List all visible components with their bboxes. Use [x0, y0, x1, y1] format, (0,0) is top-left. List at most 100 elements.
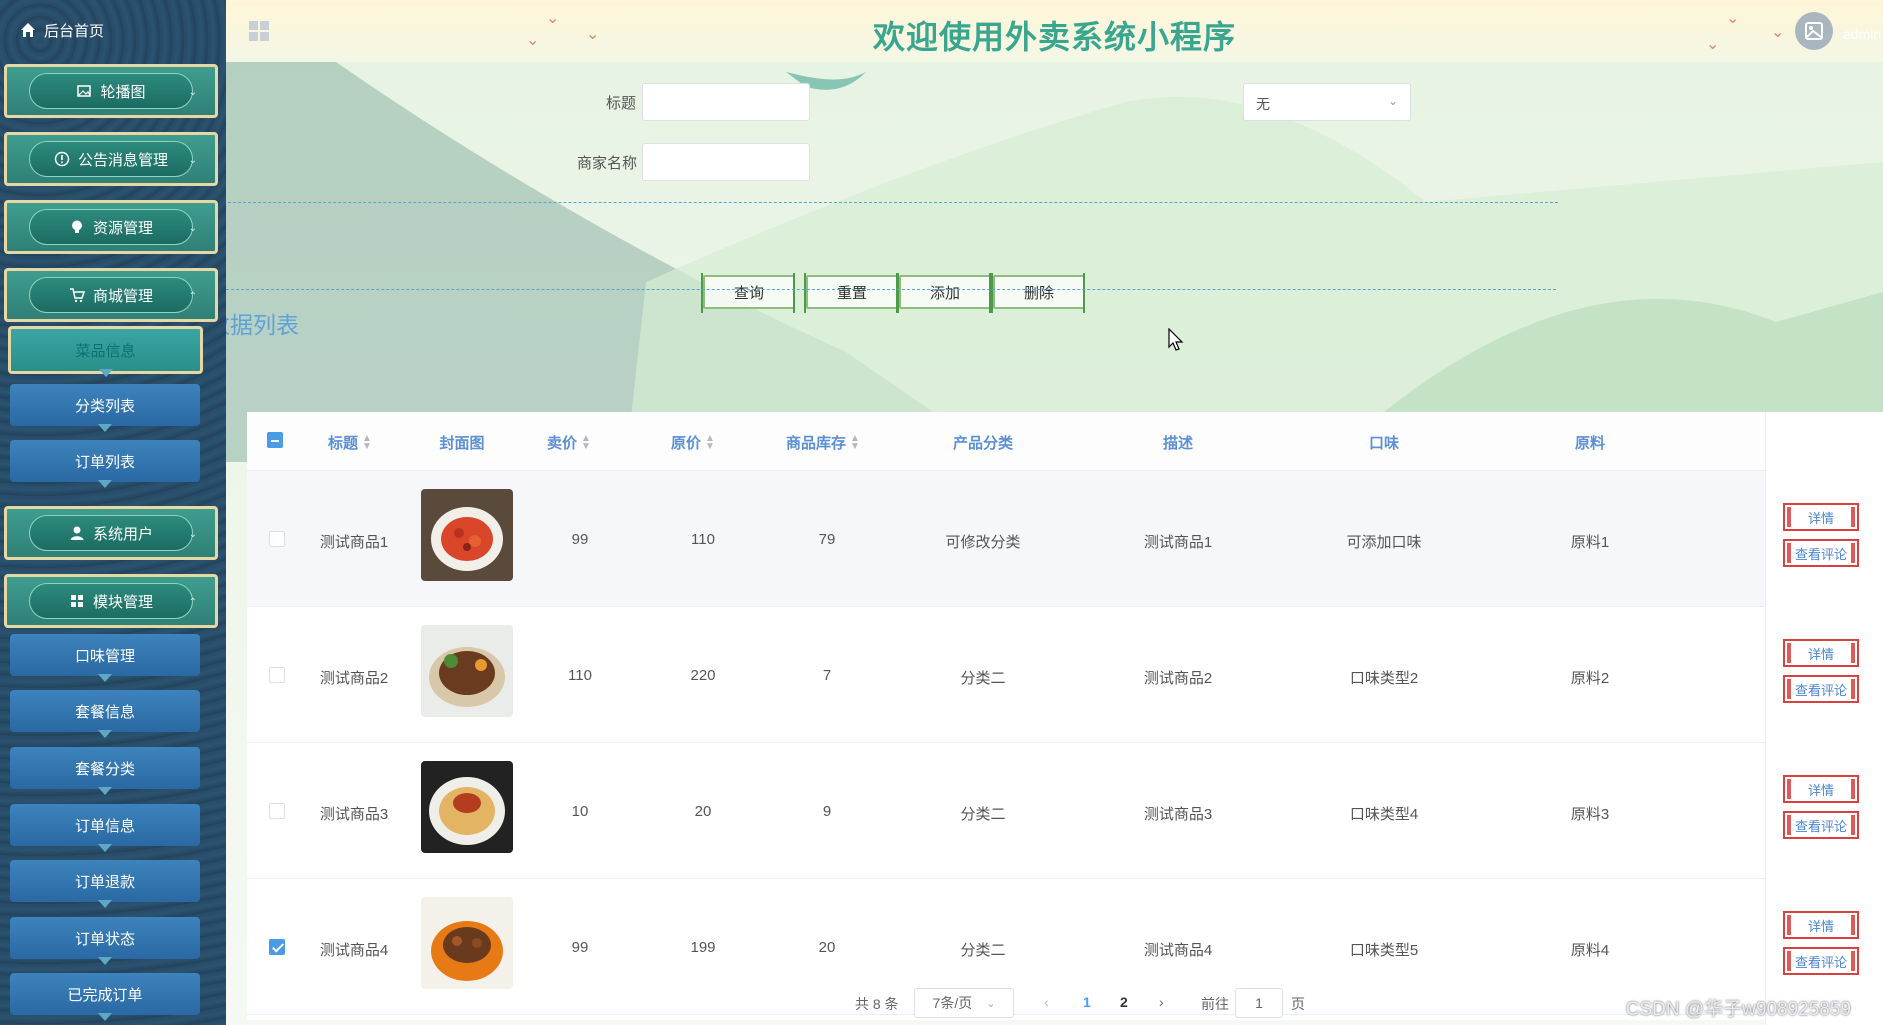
add-button[interactable]: 添加	[897, 273, 991, 313]
column-header-original-price[interactable]: 原价 ▲ ▼	[671, 432, 715, 453]
detail-button[interactable]: 详情	[1783, 911, 1859, 939]
sidebar-item-label: 系统用户	[92, 525, 153, 543]
view-comments-button[interactable]: 查看评论	[1783, 539, 1859, 567]
sidebar-sub-completed-orders[interactable]: 已完成订单	[10, 973, 200, 1015]
page-size-value: 7条/页	[932, 995, 973, 1011]
goto-page-input[interactable]: 1	[1235, 988, 1283, 1018]
top-header: ⌄ ⌄ ⌄ ⌄ ⌄ ⌄ 欢迎使用外卖系统小程序 admin	[226, 0, 1883, 62]
sort-icon[interactable]: ▲ ▼	[705, 433, 715, 451]
page-number[interactable]: 1	[1083, 994, 1091, 1010]
sort-icon[interactable]: ▲ ▼	[850, 433, 860, 451]
cover-image[interactable]	[421, 625, 513, 717]
sidebar-sub-label: 套餐信息	[74, 703, 135, 721]
cell-original-price: 20	[694, 803, 712, 820]
goto-label: 前往	[1201, 996, 1229, 1012]
row-checkbox[interactable]	[269, 531, 285, 547]
image-icon	[76, 83, 92, 99]
cart-icon	[69, 287, 85, 303]
view-comments-button[interactable]: 查看评论	[1783, 947, 1859, 975]
sidebar: 后台首页 轮播图 ⌄ 公告消息管理 ⌄ 资源管理 ⌄ 商城管理 ⌃ 菜品信息 分…	[0, 0, 226, 1025]
column-header-stock[interactable]: 商品库存 ▲ ▼	[786, 432, 860, 453]
chevron-up-icon: ⌃	[188, 597, 197, 608]
reset-button[interactable]: 重置	[804, 273, 898, 313]
info-icon	[54, 151, 70, 167]
cell-category: 分类二	[960, 806, 1006, 823]
column-label: 标题	[328, 435, 359, 452]
cell-original-price: 220	[690, 667, 716, 684]
column-header-price[interactable]: 卖价 ▲ ▼	[547, 432, 591, 453]
cell-taste: 可添加口味	[1346, 534, 1422, 551]
sidebar-sub-order-list[interactable]: 订单列表	[10, 440, 200, 482]
watermark: CSDN @华子w908925859	[1625, 999, 1851, 1020]
cell-category: 分类二	[960, 670, 1006, 687]
select-all-checkbox[interactable]	[267, 432, 283, 448]
avatar[interactable]	[1795, 12, 1833, 50]
grid-icon	[69, 593, 85, 609]
sidebar-item-notice[interactable]: 公告消息管理 ⌄	[4, 132, 218, 186]
sidebar-sub-order-refund[interactable]: 订单退款	[10, 860, 200, 902]
sidebar-item-modules[interactable]: 模块管理 ⌃	[4, 574, 218, 628]
row-checkbox[interactable]	[269, 803, 285, 819]
cell-description: 测试商品4	[1143, 942, 1213, 959]
prev-page-icon[interactable]: ‹	[1044, 994, 1049, 1010]
row-checkbox[interactable]	[269, 667, 285, 683]
sidebar-item-carousel[interactable]: 轮播图 ⌄	[4, 64, 218, 118]
view-comments-button[interactable]: 查看评论	[1783, 811, 1859, 839]
cell-price: 99	[571, 939, 589, 956]
divider	[226, 289, 1556, 290]
sidebar-sub-label: 订单列表	[74, 453, 135, 471]
page-size-select[interactable]: 7条/页 ⌄	[914, 988, 1014, 1018]
row-checkbox[interactable]	[269, 939, 285, 955]
view-comments-button[interactable]: 查看评论	[1783, 675, 1859, 703]
sidebar-sub-combo-category[interactable]: 套餐分类	[10, 747, 200, 789]
sidebar-sub-order-status[interactable]: 订单状态	[10, 917, 200, 959]
sidebar-item-shop[interactable]: 商城管理 ⌃	[4, 268, 218, 322]
sidebar-sub-combo-info[interactable]: 套餐信息	[10, 690, 200, 732]
cell-price: 99	[571, 531, 589, 548]
sidebar-sub-category-list[interactable]: 分类列表	[10, 384, 200, 426]
detail-button[interactable]: 详情	[1783, 639, 1859, 667]
cell-taste: 口味类型2	[1349, 670, 1419, 687]
cell-taste: 口味类型4	[1349, 806, 1419, 823]
table-row: 测试商品3 10 20 9 分类二 测试商品3 口味类型4 原料3	[247, 743, 1882, 879]
user-name[interactable]: admin	[1843, 26, 1881, 42]
bulb-icon	[69, 219, 85, 235]
sidebar-item-system-users[interactable]: 系统用户 ⌄	[4, 506, 218, 560]
section-title: 数据列表	[226, 312, 299, 338]
cell-material: 原料1	[1570, 534, 1610, 551]
merchant-input[interactable]	[642, 143, 810, 181]
detail-button[interactable]: 详情	[1783, 775, 1859, 803]
sort-icon[interactable]: ▲ ▼	[362, 433, 372, 451]
cell-stock: 9	[822, 803, 832, 820]
table-header: 标题 ▲ ▼ 封面图 卖价 ▲ ▼ 原价 ▲ ▼ 商品库存 ▲ ▼ 产品分类 描述 口味 原料 …	[247, 412, 1882, 471]
sidebar-sub-label: 菜品信息	[75, 342, 136, 360]
page-number[interactable]: 2	[1120, 994, 1128, 1010]
mouse-cursor-icon	[1168, 328, 1184, 351]
column-label: 原料	[1574, 435, 1606, 452]
detail-button[interactable]: 详情	[1783, 503, 1859, 531]
divider	[226, 202, 1558, 203]
delete-button[interactable]: 删除	[991, 273, 1085, 313]
category-select[interactable]: 无 ⌄	[1243, 83, 1411, 121]
sidebar-sub-order-info[interactable]: 订单信息	[10, 804, 200, 846]
sort-icon[interactable]: ▲ ▼	[581, 433, 591, 451]
title-input[interactable]	[642, 83, 810, 121]
cell-taste: 口味类型5	[1349, 942, 1419, 959]
sidebar-sub-dish-info[interactable]: 菜品信息	[8, 326, 203, 374]
cover-image[interactable]	[421, 489, 513, 581]
chevron-down-icon: ⌄	[188, 223, 197, 234]
sidebar-item-label: 轮播图	[100, 83, 146, 101]
next-page-icon[interactable]: ›	[1159, 994, 1164, 1010]
column-header-title[interactable]: 标题 ▲ ▼	[328, 432, 372, 453]
query-button[interactable]: 查询	[701, 273, 795, 313]
sidebar-sub-label: 套餐分类	[74, 760, 135, 778]
cover-image[interactable]	[421, 761, 513, 853]
sidebar-sub-taste[interactable]: 口味管理	[10, 634, 200, 676]
sidebar-item-resources[interactable]: 资源管理 ⌄	[4, 200, 218, 254]
cell-material: 原料3	[1570, 806, 1610, 823]
cell-price: 10	[571, 803, 589, 820]
column-header-taste: 口味	[1369, 432, 1399, 453]
cell-title: 测试商品1	[319, 534, 389, 551]
cover-image[interactable]	[421, 897, 513, 989]
sidebar-home[interactable]: 后台首页	[0, 0, 226, 60]
